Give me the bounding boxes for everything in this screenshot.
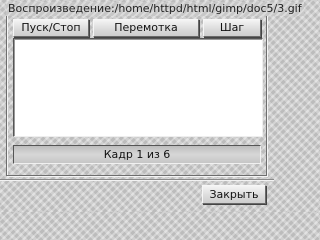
- footer-separator: [0, 179, 274, 181]
- close-button[interactable]: Закрыть: [202, 185, 266, 204]
- animation-preview: [13, 38, 263, 137]
- playback-frame-title: Воспроизведение:/home/httpd/html/gimp/do…: [7, 2, 302, 16]
- frame-counter: Кадр 1 из 6: [13, 145, 261, 164]
- rewind-button[interactable]: Перемотка: [93, 19, 199, 37]
- play-stop-button[interactable]: Пуск/Стоп: [13, 19, 89, 37]
- step-button[interactable]: Шаг: [203, 19, 261, 37]
